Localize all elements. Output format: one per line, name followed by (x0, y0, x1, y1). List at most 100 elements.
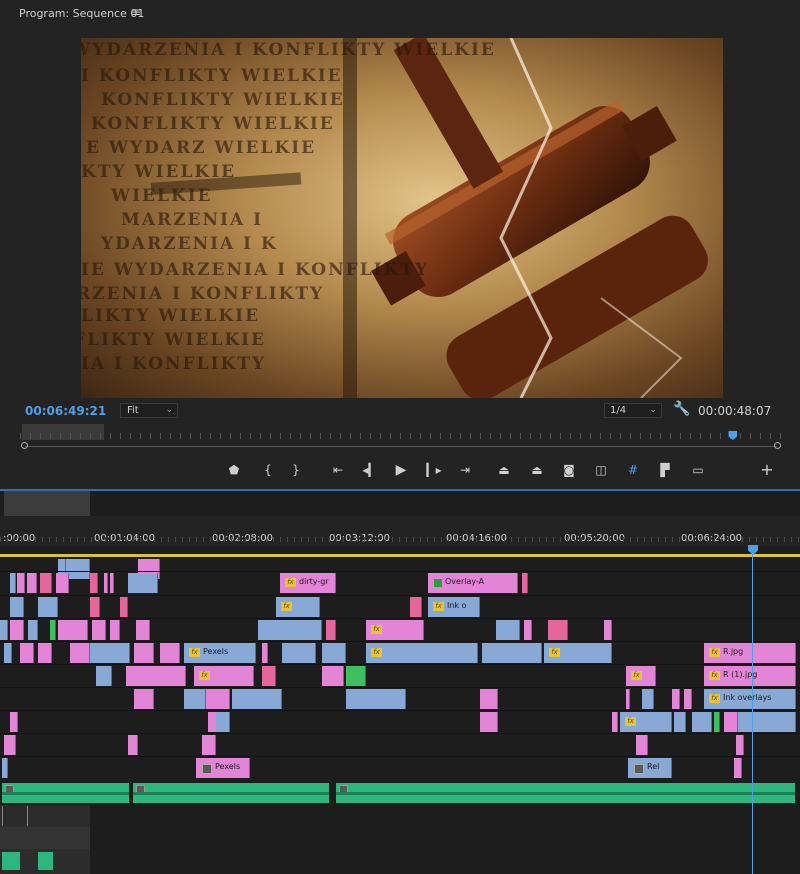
timeline-clip[interactable] (126, 666, 186, 686)
timeline-clip[interactable]: fx dirty-gr (280, 573, 336, 593)
timeline-clip[interactable] (38, 643, 52, 663)
timeline-clip[interactable] (120, 597, 128, 617)
audio-clip[interactable] (336, 783, 795, 803)
timeline-clip[interactable] (4, 735, 16, 755)
vr-video-button[interactable]: ▭ (688, 460, 708, 480)
timeline-clip[interactable] (258, 620, 322, 640)
timeline-clip[interactable] (4, 643, 12, 663)
timeline-clip[interactable] (692, 712, 712, 732)
timeline-clip[interactable]: fx (194, 666, 254, 686)
wrench-icon[interactable]: 🔧 (673, 401, 690, 417)
step-back-button[interactable]: ◂▎ (360, 460, 380, 480)
timeline-clip[interactable] (206, 689, 230, 709)
timeline-clip[interactable] (326, 620, 336, 640)
timeline-clip[interactable] (58, 620, 88, 640)
timeline-clip[interactable] (496, 620, 520, 640)
timeline-clip[interactable] (738, 712, 796, 732)
comparison-view-button[interactable]: ◫ (591, 460, 611, 480)
mark-in-button[interactable]: { (258, 460, 278, 480)
timeline-clip[interactable] (10, 712, 18, 732)
current-timecode[interactable]: 00:06:49:21 (25, 404, 106, 418)
timeline-clip[interactable] (136, 620, 150, 640)
timeline-clip[interactable] (482, 643, 542, 663)
timeline-clip[interactable] (636, 735, 648, 755)
timeline-clip[interactable] (70, 643, 90, 663)
playback-resolution-select[interactable]: 1/4 ⌄ (604, 403, 662, 418)
timeline-clip[interactable]: fx (544, 643, 612, 663)
timeline-clip[interactable]: fx R.jpg (704, 643, 796, 663)
timeline-clip[interactable] (110, 573, 114, 593)
timeline-clip[interactable] (56, 573, 69, 593)
monitor-time-ruler[interactable] (20, 423, 782, 441)
zoom-level-select[interactable]: Fit ⌄ (120, 403, 178, 418)
timeline-clip[interactable] (10, 597, 24, 617)
timeline-clip[interactable] (480, 689, 498, 709)
timeline-clip[interactable] (92, 620, 106, 640)
timeline-clip[interactable] (684, 689, 692, 709)
timeline-clip[interactable] (480, 712, 498, 732)
timeline-clip[interactable]: fx Pexels (184, 643, 256, 663)
button-editor-button[interactable]: + (757, 460, 777, 480)
audio-clip[interactable] (2, 852, 20, 870)
timeline-clip[interactable] (548, 620, 568, 640)
proxy-toggle-button[interactable]: ▛ (655, 460, 675, 480)
timeline-clip[interactable] (604, 620, 612, 640)
go-to-in-button[interactable]: ⇤ (328, 460, 348, 480)
timeline-clip[interactable] (714, 712, 720, 732)
timeline-clip[interactable] (38, 597, 58, 617)
timeline-clip[interactable] (612, 712, 618, 732)
timeline-clip[interactable] (734, 758, 742, 778)
timeline-clip[interactable]: fx (366, 643, 478, 663)
timeline-clip[interactable]: fx (276, 597, 320, 617)
timeline-clip[interactable] (27, 573, 37, 593)
timeline-clip[interactable] (672, 689, 680, 709)
program-video-frame[interactable]: WYDARZENIA I KONFLIKTY WIELKIE I KONFLIKT… (81, 38, 723, 398)
timeline-clip[interactable] (17, 573, 25, 593)
monitor-zoom-scrollbar[interactable] (25, 446, 777, 447)
audio-clip[interactable] (2, 783, 129, 803)
timeline-clip[interactable] (10, 620, 24, 640)
timeline-clip[interactable] (90, 597, 100, 617)
timeline-clip[interactable] (522, 573, 528, 593)
timeline-clip[interactable] (134, 689, 154, 709)
zoom-scrollbar-start-handle[interactable] (21, 442, 28, 449)
audio-clip[interactable] (38, 852, 53, 870)
timeline-clip[interactable] (736, 735, 744, 755)
add-marker-button[interactable]: ⬟ (224, 460, 244, 480)
timeline-clip[interactable] (20, 643, 34, 663)
timeline-clip[interactable] (90, 573, 98, 593)
panel-title[interactable]: Program: Sequence 01 (19, 7, 144, 20)
lift-button[interactable]: ⏏ (494, 460, 514, 480)
timeline-clip[interactable] (160, 643, 180, 663)
timeline-clip[interactable]: fx (366, 620, 424, 640)
hamburger-icon[interactable]: ≡ (131, 5, 141, 19)
timeline-clip[interactable] (322, 666, 344, 686)
play-button[interactable]: ▶ (391, 460, 411, 480)
timeline-clip[interactable] (2, 758, 8, 778)
timeline-clip[interactable] (96, 666, 112, 686)
timeline-clip[interactable] (524, 620, 532, 640)
timeline-clip[interactable] (50, 620, 56, 640)
timeline-clip[interactable] (202, 735, 216, 755)
timeline-clip[interactable] (724, 712, 738, 732)
timeline-clip[interactable] (128, 573, 158, 593)
timeline-clip[interactable]: fx (620, 712, 672, 732)
step-forward-button[interactable]: ▎▸ (424, 460, 444, 480)
timeline-clip[interactable]: fx Ink o (428, 597, 480, 617)
timeline-clip[interactable] (262, 666, 276, 686)
timeline-clip[interactable]: Pexels (196, 758, 250, 778)
timeline-clip[interactable]: fx (626, 666, 656, 686)
timeline-clip[interactable] (262, 643, 268, 663)
audio-clip[interactable] (133, 783, 329, 803)
timeline-clip[interactable] (184, 689, 206, 709)
timeline-clip[interactable] (346, 689, 406, 709)
timeline-clip[interactable] (90, 643, 130, 663)
timeline-clip[interactable] (0, 620, 8, 640)
timeline-clip[interactable]: fx Ink overlays (704, 689, 796, 709)
timeline-clip[interactable] (410, 597, 422, 617)
timeline-clip[interactable] (28, 620, 38, 640)
timeline-clip[interactable] (282, 643, 316, 663)
timeline-ruler[interactable]: :00:00 00:01:04:00 00:02:08:00 00:03:12:… (0, 516, 800, 546)
timeline-clip[interactable] (40, 573, 52, 593)
timeline-clip[interactable]: Overlay-A (428, 573, 518, 593)
